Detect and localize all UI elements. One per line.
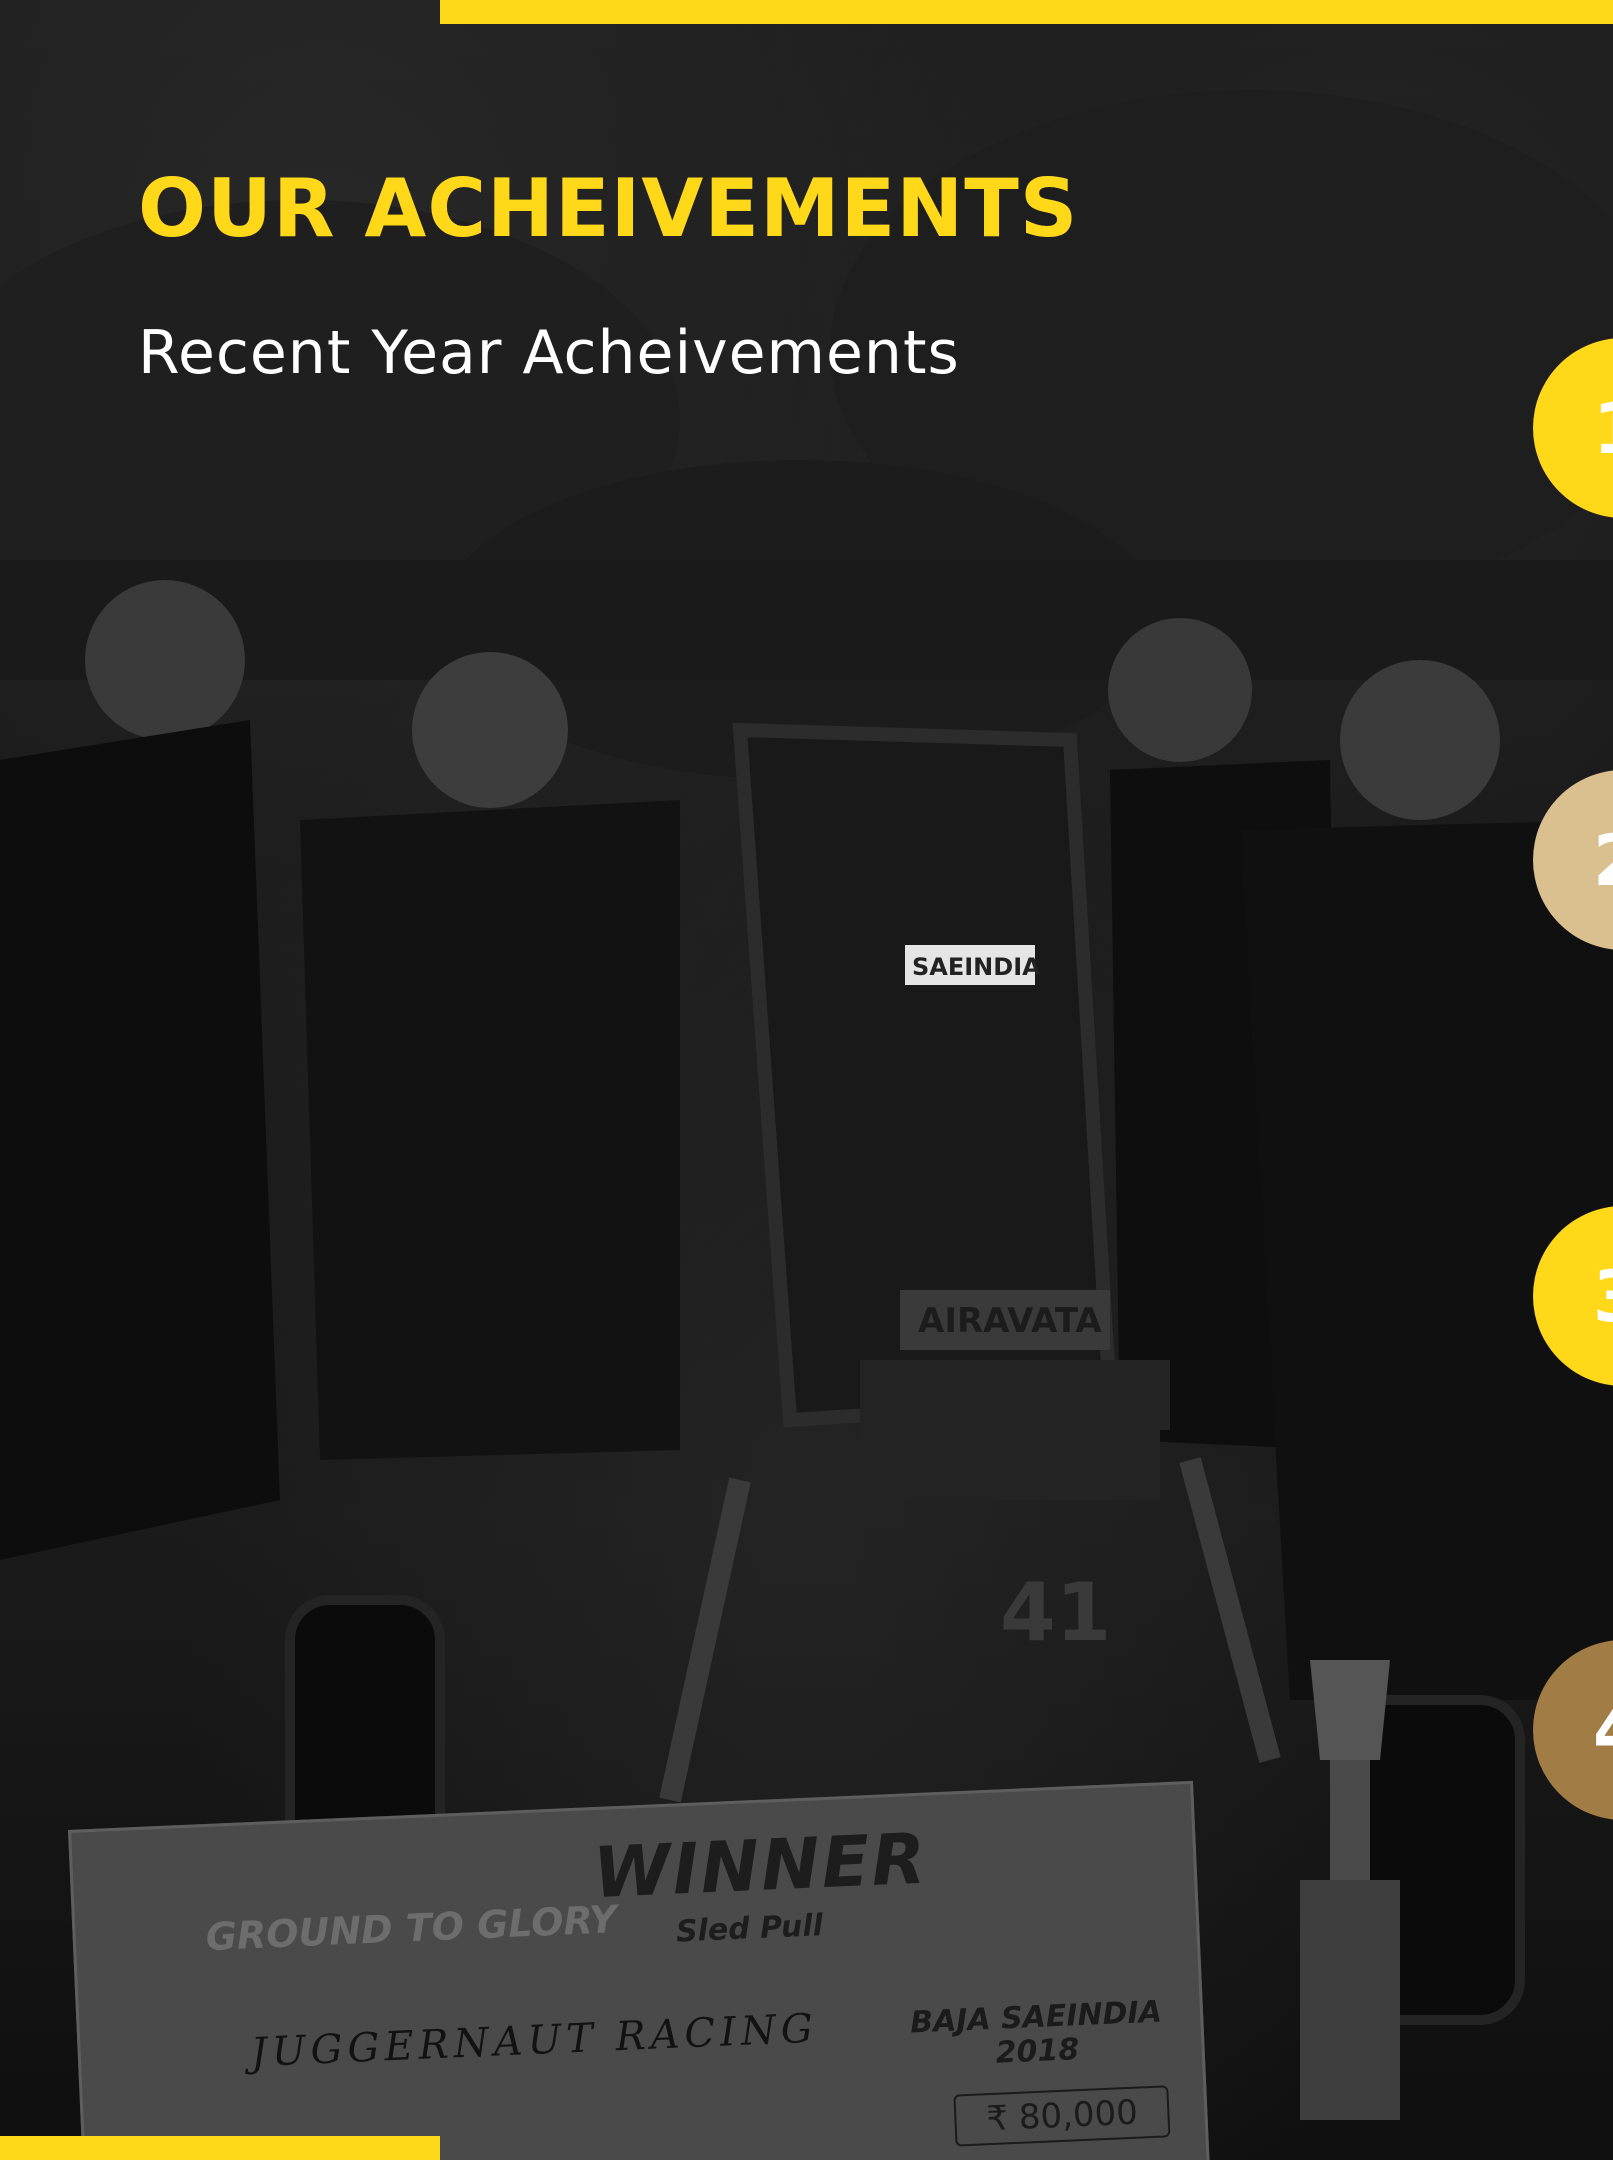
person-1 xyxy=(0,580,280,1560)
timeline-marker-label: 3 xyxy=(1593,1256,1613,1338)
vehicle-name: AIRAVATA xyxy=(918,1301,1102,1341)
bottom-accent-bar xyxy=(0,2136,440,2160)
cheque-title: WINNER xyxy=(591,1817,930,1915)
person-2 xyxy=(300,652,680,1460)
cheque-subtitle: Sled Pull xyxy=(675,1908,824,1950)
cheque-event: BAJA SAEINDIA 2018 xyxy=(909,1994,1164,2074)
achievements-slide: 41 AIRAVATA SAEINDIA OUR ACHEIVEMENTS Re… xyxy=(0,0,1613,2160)
sponsor-sign: SAEINDIA xyxy=(912,953,1041,981)
page-title: OUR ACHEIVEMENTS xyxy=(138,162,1079,255)
timeline-marker-label: 1 xyxy=(1593,388,1613,470)
cheque-payee: JUGGERNAUT RACING xyxy=(249,2005,819,2077)
timeline-marker-label: 2 xyxy=(1593,820,1613,902)
timeline-marker-label: 4 xyxy=(1593,1690,1613,1772)
cheque-logo: GROUND TO GLORY xyxy=(204,1897,618,1960)
vehicle-number: 41 xyxy=(1000,1566,1111,1659)
prize-cheque: GROUND TO GLORY WINNER Sled Pull JUGGERN… xyxy=(68,1780,1210,2160)
top-accent-bar xyxy=(440,0,1613,24)
page-subtitle: Recent Year Acheivements xyxy=(138,318,960,388)
cheque-amount: ₹ 80,000 xyxy=(953,2085,1171,2147)
